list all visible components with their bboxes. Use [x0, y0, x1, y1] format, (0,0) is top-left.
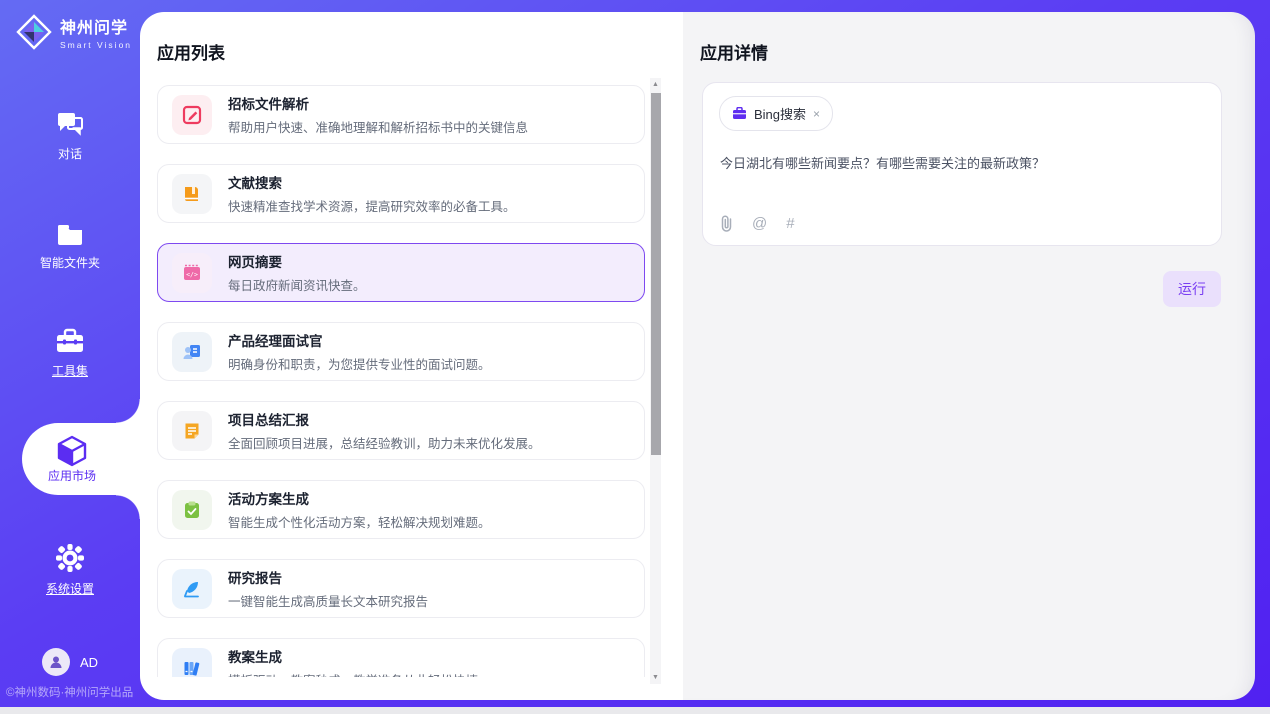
paperclip-icon[interactable]	[720, 215, 733, 232]
pen-document-icon	[172, 95, 212, 135]
app-name: 项目总结汇报	[228, 409, 541, 429]
clipboard-check-icon	[172, 490, 212, 530]
prompt-card: Bing搜索 × 今日湖北有哪些新闻要点？有哪些需要关注的最新政策？ @ #	[702, 82, 1222, 246]
hash-icon[interactable]: #	[786, 215, 794, 232]
book-icon	[172, 174, 212, 214]
interviewer-icon	[172, 332, 212, 372]
person-icon	[48, 654, 64, 670]
sidebar-item-label: 系统设置	[0, 580, 140, 597]
svg-text:</>: </>	[186, 270, 198, 278]
app-card-lesson-plan[interactable]: 教案生成 模板驱动，教案秒成，教学准备从此轻松快捷	[157, 638, 645, 677]
cube-icon	[57, 435, 87, 467]
app-name: 招标文件解析	[228, 93, 528, 113]
diamond-logo-icon	[16, 14, 52, 50]
tool-chip-bing-search[interactable]: Bing搜索 ×	[719, 96, 833, 131]
app-card-research-report[interactable]: 研究报告 一键智能生成高质量长文本研究报告	[157, 559, 645, 618]
app-card-project-summary[interactable]: 项目总结汇报 全面回顾项目进展，总结经验教训，助力未来优化发展。	[157, 401, 645, 460]
app-desc: 全面回顾项目进展，总结经验教训，助力未来优化发展。	[228, 433, 541, 452]
sidebar-item-toolset[interactable]: 工具集	[0, 328, 140, 379]
app-name: 研究报告	[228, 567, 428, 587]
app-card-bid-document-parse[interactable]: 招标文件解析 帮助用户快速、准确地理解和解析招标书中的关键信息	[157, 85, 645, 144]
app-detail-panel: 应用详情 Bing搜索 × 今日湖北有哪些新闻要点？有哪些需要关注的最新政策？ …	[683, 12, 1255, 700]
user-initials: AD	[80, 655, 98, 670]
gear-icon	[55, 543, 85, 573]
folder-icon	[55, 222, 85, 247]
sidebar-item-label: 应用市场	[48, 467, 96, 484]
brand-name: 神州问学	[60, 14, 132, 38]
app-desc: 智能生成个性化活动方案，轻松解决规划难题。	[228, 512, 491, 531]
app-name: 教案生成	[228, 646, 478, 666]
attachment-toolbar: @ #	[720, 215, 795, 232]
briefcase-icon	[732, 107, 747, 120]
app-desc: 快速精准查找学术资源，提高研究效率的必备工具。	[228, 196, 516, 215]
app-list: 招标文件解析 帮助用户快速、准确地理解和解析招标书中的关键信息 文献搜索 快速精…	[157, 85, 648, 677]
app-detail-title: 应用详情	[700, 39, 768, 64]
sidebar-item-label: 对话	[0, 145, 140, 162]
sidebar-item-label: 工具集	[0, 362, 140, 379]
app-card-literature-search[interactable]: 文献搜索 快速精准查找学术资源，提高研究效率的必备工具。	[157, 164, 645, 223]
app-name: 产品经理面试官	[228, 330, 491, 350]
user-account[interactable]: AD	[0, 648, 140, 676]
chip-close-icon[interactable]: ×	[813, 108, 820, 120]
books-icon	[172, 648, 212, 678]
browser-code-icon: </>	[172, 253, 212, 293]
sidebar-item-smart-folders[interactable]: 智能文件夹	[0, 222, 140, 271]
app-card-web-summary[interactable]: </> 网页摘要 每日政府新闻资讯快查。	[157, 243, 645, 302]
list-scrollbar[interactable]: ▲ ▼	[650, 78, 661, 684]
brand-subtitle: Smart Vision	[60, 40, 132, 50]
app-desc: 每日政府新闻资讯快查。	[228, 275, 366, 294]
app-desc: 模板驱动，教案秒成，教学准备从此轻松快捷	[228, 670, 478, 677]
app-name: 活动方案生成	[228, 488, 491, 508]
run-button[interactable]: 运行	[1163, 271, 1221, 307]
quill-icon	[172, 569, 212, 609]
app-card-pm-interviewer[interactable]: 产品经理面试官 明确身份和职责，为您提供专业性的面试问题。	[157, 322, 645, 381]
scroll-down-icon[interactable]: ▼	[650, 671, 661, 684]
query-text[interactable]: 今日湖北有哪些新闻要点？有哪些需要关注的最新政策？	[720, 153, 1200, 172]
app-name: 文献搜索	[228, 172, 516, 192]
app-name: 网页摘要	[228, 251, 366, 271]
bottom-strip	[0, 707, 1270, 714]
scroll-up-icon[interactable]: ▲	[650, 78, 661, 91]
app-frame: 神州问学 Smart Vision 对话 智能文件夹	[0, 0, 1270, 707]
app-list-title: 应用列表	[157, 39, 225, 64]
tool-chip-label: Bing搜索	[754, 104, 806, 123]
chat-icon	[55, 110, 85, 138]
memo-icon	[172, 411, 212, 451]
app-desc: 一键智能生成高质量长文本研究报告	[228, 591, 428, 610]
sidebar: 神州问学 Smart Vision 对话 智能文件夹	[0, 0, 140, 707]
app-card-event-plan[interactable]: 活动方案生成 智能生成个性化活动方案，轻松解决规划难题。	[157, 480, 645, 539]
avatar	[42, 648, 70, 676]
app-desc: 明确身份和职责，为您提供专业性的面试问题。	[228, 354, 491, 373]
sidebar-item-label: 智能文件夹	[0, 254, 140, 271]
app-list-panel: 应用列表 招标文件解析 帮助用户快速、准确地理解和解析招标书中的关键信息	[140, 12, 683, 700]
copyright-footer: ©神州数码·神州问学出品	[6, 684, 133, 700]
at-sign-icon[interactable]: @	[752, 215, 767, 232]
scrollbar-thumb[interactable]	[651, 93, 661, 455]
app-desc: 帮助用户快速、准确地理解和解析招标书中的关键信息	[228, 117, 528, 136]
sidebar-item-app-market[interactable]: 应用市场	[22, 423, 140, 495]
sidebar-item-chat[interactable]: 对话	[0, 110, 140, 162]
sidebar-item-settings[interactable]: 系统设置	[0, 543, 140, 597]
toolbox-icon	[55, 328, 85, 355]
brand-logo: 神州问学 Smart Vision	[16, 14, 132, 50]
